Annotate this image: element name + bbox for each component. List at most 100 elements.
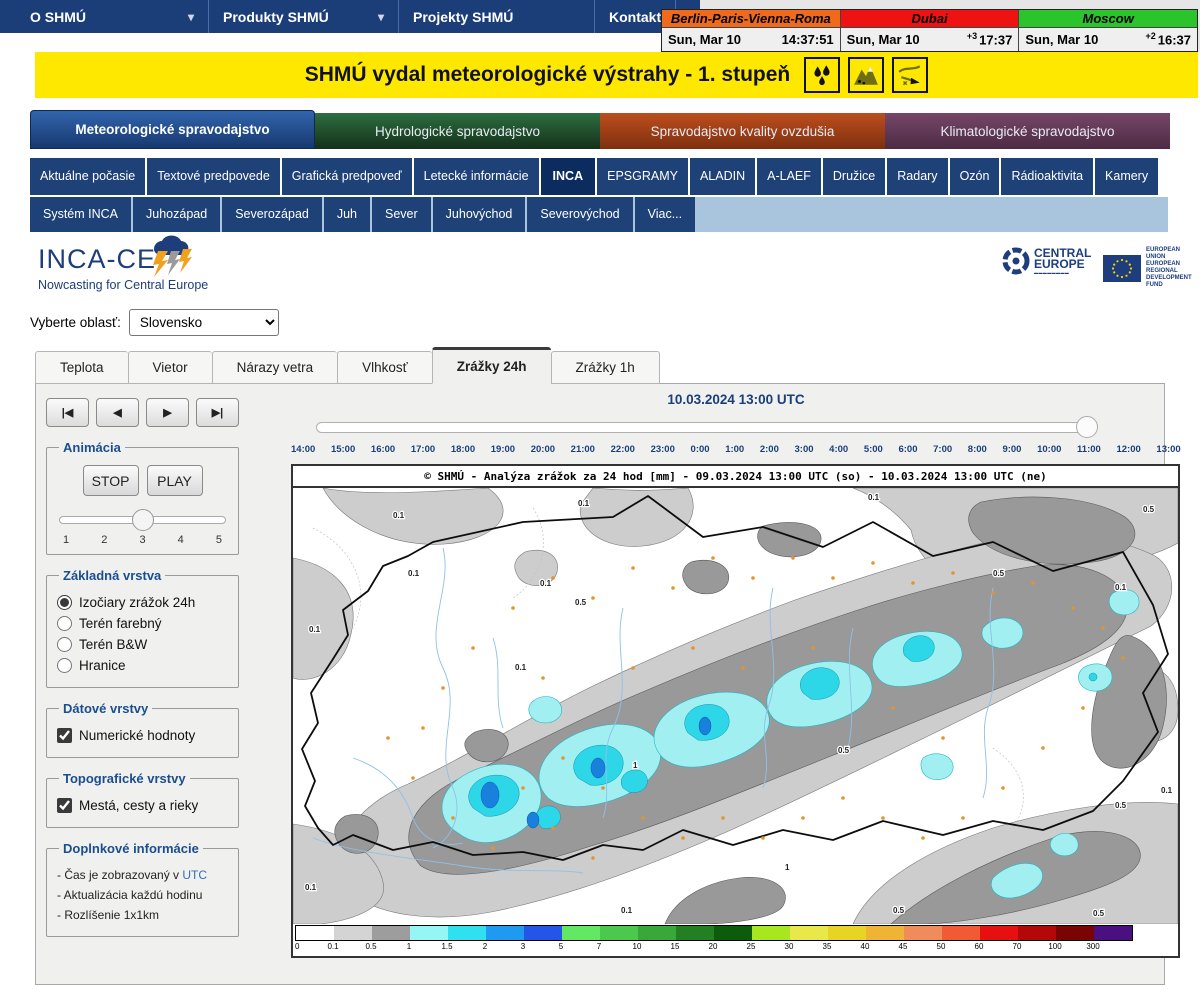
subnav-item-epsgramy[interactable]: EPSGRAMY [597, 158, 688, 195]
map-color-scale: 00.10.511.523571015202530354045506070100… [293, 924, 1178, 956]
timeline-slider-track[interactable] [316, 422, 1096, 433]
data-layers-legend: Dátové vrstvy [59, 701, 152, 716]
regionnav-item-syst-m-inca[interactable]: Systém INCA [30, 197, 131, 232]
warning-banner[interactable]: SHMÚ vydal meteorologické výstrahy - 1. … [35, 52, 1198, 98]
topnav-item-produkty-shm[interactable]: Produkty SHMÚ▾ [209, 0, 399, 33]
animation-legend: Animácia [59, 440, 125, 455]
base-layer-radio[interactable] [57, 658, 72, 673]
stop-button[interactable]: STOP [83, 465, 139, 496]
main-tab-meteorologick-spravodajstvo[interactable]: Meteorologické spravodajstvo [30, 110, 315, 149]
timeline-tick-16-00: 16:00 [371, 444, 395, 455]
utc-link[interactable]: UTC [182, 868, 207, 882]
option-label: Mestá, cesty a rieky [79, 798, 198, 813]
region-select[interactable]: Slovensko [129, 309, 279, 336]
view-tab-teplota[interactable]: Teplota [35, 351, 128, 384]
last-frame-button[interactable]: ▶| [196, 398, 239, 427]
view-tabs: TeplotaVietorNárazy vetraVlhkosťZrážky 2… [35, 351, 660, 384]
scale-label-7: 7 [597, 942, 601, 951]
scale-label-1.5: 1.5 [441, 942, 452, 951]
base-layer-radio[interactable] [57, 637, 72, 652]
previous-frame-button[interactable]: ◀ [96, 398, 139, 427]
regionnav-item-severov-chod[interactable]: Severovýchod [527, 197, 632, 232]
view-tab-zr-ky-24h[interactable]: Zrážky 24h [432, 347, 551, 384]
animation-slider-handle[interactable] [132, 509, 154, 531]
main-tab-klimatologick-spravodajstvo[interactable]: Klimatologické spravodajstvo [885, 113, 1170, 149]
subnav-item-textov-predpovede[interactable]: Textové predpovede [147, 158, 280, 195]
subnav-item-grafick-predpove[interactable]: Grafická predpoveď [282, 158, 412, 195]
scale-label-300: 300 [1086, 942, 1099, 951]
subnav-item-a-laef[interactable]: A-LAEF [757, 158, 821, 195]
timeline-slider-handle[interactable] [1076, 416, 1098, 438]
contour-label: 0.1 [621, 906, 633, 915]
contour-label: 0.1 [578, 499, 590, 508]
subnav-item-leteck-inform-cie[interactable]: Letecké informácie [414, 158, 539, 195]
clock-date: Sun, Mar 10 [668, 32, 741, 47]
main-tab-hydrologick-spravodajstvo[interactable]: Hydrologické spravodajstvo [315, 113, 600, 149]
topo-layers-legend: Topografické vrstvy [59, 771, 190, 786]
scale-segment-30 [790, 926, 828, 940]
speed-label-1: 1 [63, 534, 69, 546]
regionnav-item-juh[interactable]: Juh [324, 197, 370, 232]
scale-segment-1.5 [448, 926, 486, 940]
contour-label: 0.5 [893, 906, 905, 915]
base-layer-option-ter-n-b-w[interactable]: Terén B&W [57, 637, 228, 652]
regionnav-item-juhoz-pad[interactable]: Juhozápad [133, 197, 220, 232]
play-button[interactable]: PLAY [147, 465, 203, 496]
data-layer-option-numerick-hodnoty[interactable]: Numerické hodnoty [57, 728, 228, 743]
view-tab-vlhkos[interactable]: Vlhkosť [337, 351, 432, 384]
main-tab-spravodajstvo-kvality-ovzdu-ia[interactable]: Spravodajstvo kvality ovzdušia [600, 113, 885, 149]
scale-label-2: 2 [483, 942, 487, 951]
clock-berlin-paris-vienna-roma: Berlin-Paris-Vienna-RomaSun, Mar 1014:37… [662, 10, 841, 51]
topo-layer-checkbox[interactable] [57, 798, 72, 813]
view-tab-vietor[interactable]: Vietor [128, 351, 212, 384]
topo-layers-fieldset: Topografické vrstvy Mestá, cesty a rieky [46, 771, 239, 828]
scale-label-30: 30 [785, 942, 794, 951]
topnav-item-o-shm[interactable]: O SHMÚ▾ [0, 0, 209, 33]
subnav-item-aladin[interactable]: ALADIN [690, 158, 755, 195]
regionnav-item-sever[interactable]: Sever [372, 197, 431, 232]
subnav-item-dru-ice[interactable]: Družice [823, 158, 885, 195]
animation-speed-slider[interactable] [59, 508, 226, 532]
subnav-item-r-dioaktivita[interactable]: Rádioaktivita [1001, 158, 1093, 195]
subnav-item-kamery[interactable]: Kamery [1095, 158, 1158, 195]
topo-layer-option-mest-cesty-a-rieky[interactable]: Mestá, cesty a rieky [57, 798, 228, 813]
scale-segment-5 [562, 926, 600, 940]
view-tab-n-razy-vetra[interactable]: Nárazy vetra [212, 351, 338, 384]
next-frame-button[interactable]: ▶ [146, 398, 189, 427]
subnav-item-oz-n[interactable]: Ozón [950, 158, 1000, 195]
option-label: Terén B&W [79, 637, 147, 652]
scale-segment-10 [638, 926, 676, 940]
base-layer-radio[interactable] [57, 616, 72, 631]
timeline-tick-18-00: 18:00 [451, 444, 475, 455]
base-layer-radio[interactable] [57, 595, 72, 610]
base-layer-legend: Základná vrstva [59, 568, 165, 583]
contour-label: 0.5 [1143, 505, 1155, 514]
regionnav-item-viac[interactable]: Viac... [635, 197, 696, 232]
view-tab-zr-ky-1h[interactable]: Zrážky 1h [551, 351, 660, 384]
regionnav-item-juhov-chod[interactable]: Juhovýchod [433, 197, 526, 232]
map-canvas[interactable]: 0.10.10.10.50.10.10.10.50.50.1110.50.50.… [293, 488, 1178, 924]
eu-flag-icon [1103, 255, 1141, 282]
topnav-item-projekty-shm[interactable]: Projekty SHMÚ [399, 0, 595, 33]
base-layer-option-hranice[interactable]: Hranice [57, 658, 228, 673]
timeline-tick-13-00: 13:00 [1156, 444, 1180, 455]
eu-text-line3: DEVELOPMENT FUND [1146, 275, 1200, 289]
timeline-tick-22-00: 22:00 [611, 444, 635, 455]
scale-segment-35 [828, 926, 866, 940]
animation-fieldset: Animácia STOP PLAY 12345 [46, 440, 239, 555]
base-layer-option-izo-iary-zr-ok-24h[interactable]: Izočiary zrážok 24h [57, 595, 228, 610]
subnav-item-radary[interactable]: Radary [887, 158, 947, 195]
timeline-tick-12-00: 12:00 [1116, 444, 1140, 455]
base-layer-option-ter-n-farebn[interactable]: Terén farebný [57, 616, 228, 631]
data-layer-checkbox[interactable] [57, 728, 72, 743]
region-select-label: Vyberte oblasť: [30, 315, 121, 330]
subnav-item-inca[interactable]: INCA [541, 158, 596, 195]
timeline-tick-20-00: 20:00 [531, 444, 555, 455]
contour-label: 0.5 [993, 569, 1005, 578]
top-navigation: O SHMÚ▾Produkty SHMÚ▾Projekty SHMÚKontak… [0, 0, 705, 33]
central-europe-logo: CENTRAL EUROPE ▬▬▬▬▬▬▬▬ [1002, 247, 1091, 275]
first-frame-button[interactable]: |◀ [46, 398, 89, 427]
regionnav-item-severoz-pad[interactable]: Severozápad [222, 197, 322, 232]
subnav-item-aktu-lne-po-asie[interactable]: Aktuálne počasie [30, 158, 145, 195]
precipitation-map[interactable]: © SHMÚ - Analýza zrážok za 24 hod [mm] -… [291, 464, 1180, 958]
